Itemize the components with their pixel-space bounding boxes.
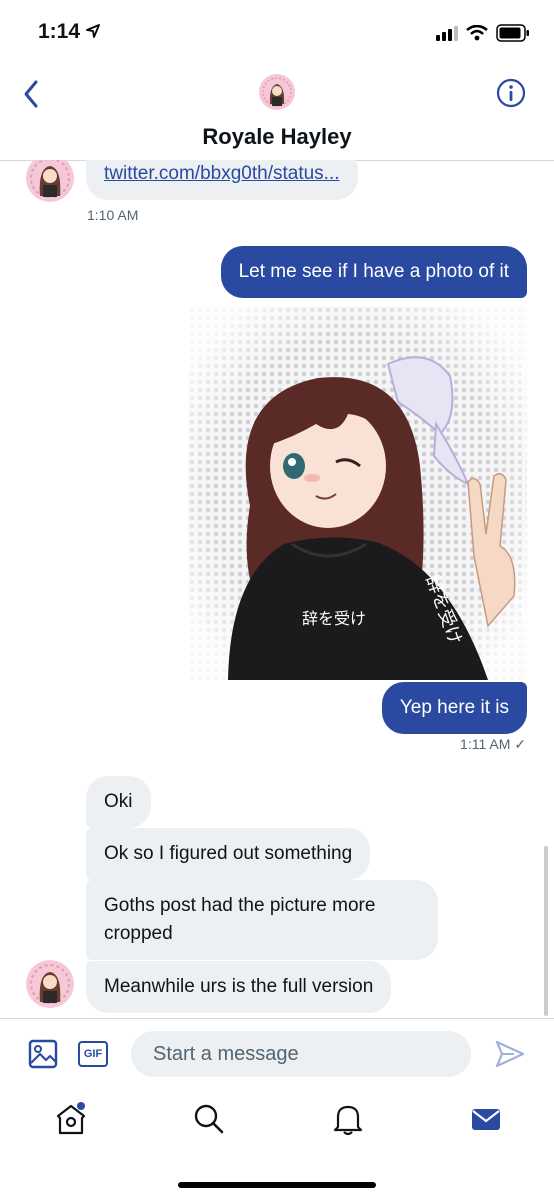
contact-avatar-small[interactable]	[26, 960, 74, 1008]
message-timestamp: 1:10 AM	[87, 207, 139, 223]
contact-name: Royale Hayley	[202, 124, 352, 149]
shared-photo[interactable]: 辞を受け 辞を受け	[188, 306, 527, 680]
outgoing-message-bubble[interactable]: Let me see if I have a photo of it	[220, 246, 527, 298]
scrollbar[interactable]	[544, 846, 548, 1016]
info-button[interactable]	[496, 78, 526, 113]
message-timestamp-read: 1:11 AM ✓	[460, 736, 526, 752]
tweet-link[interactable]: twitter.com/bbxg0th/status...	[104, 163, 340, 184]
outgoing-message-bubble[interactable]: Yep here it is	[381, 682, 527, 734]
wifi-icon	[466, 24, 488, 46]
incoming-message-bubble[interactable]: Ok so I figured out something	[86, 828, 371, 880]
bottom-tab-bar	[0, 1090, 554, 1200]
messages-envelope-icon[interactable]	[470, 1102, 502, 1141]
back-button[interactable]	[20, 76, 46, 112]
contact-avatar[interactable]	[259, 74, 295, 110]
home-icon[interactable]	[54, 1102, 88, 1141]
image-icon[interactable]	[28, 1039, 58, 1074]
cellular-signal-icon	[436, 25, 458, 46]
clock: 1:14	[38, 20, 81, 43]
send-icon[interactable]	[494, 1039, 526, 1074]
notifications-bell-icon[interactable]	[332, 1102, 364, 1141]
incoming-message-bubble[interactable]: Meanwhile urs is the full version	[86, 961, 392, 1013]
message-composer: GIF Start a message	[0, 1018, 554, 1091]
message-list[interactable]: twitter.com/bbxg0th/status... 1:10 AM Le…	[0, 160, 554, 1018]
location-icon	[86, 24, 100, 43]
link-message-bubble[interactable]: twitter.com/bbxg0th/status...	[86, 160, 358, 200]
search-icon[interactable]	[192, 1102, 226, 1141]
incoming-message-bubble[interactable]: Oki	[86, 776, 151, 828]
hoodie-text: 辞を受け	[302, 609, 366, 628]
battery-icon	[496, 24, 530, 47]
contact-avatar-small[interactable]	[26, 160, 74, 202]
status-bar: 1:14	[0, 0, 554, 64]
home-indicator	[178, 1182, 376, 1188]
message-input[interactable]: Start a message	[131, 1031, 471, 1077]
gif-button[interactable]: GIF	[78, 1041, 108, 1067]
incoming-message-bubble[interactable]: Goths post had the picture more cropped	[86, 880, 438, 960]
conversation-header: Royale Hayley	[0, 64, 554, 161]
